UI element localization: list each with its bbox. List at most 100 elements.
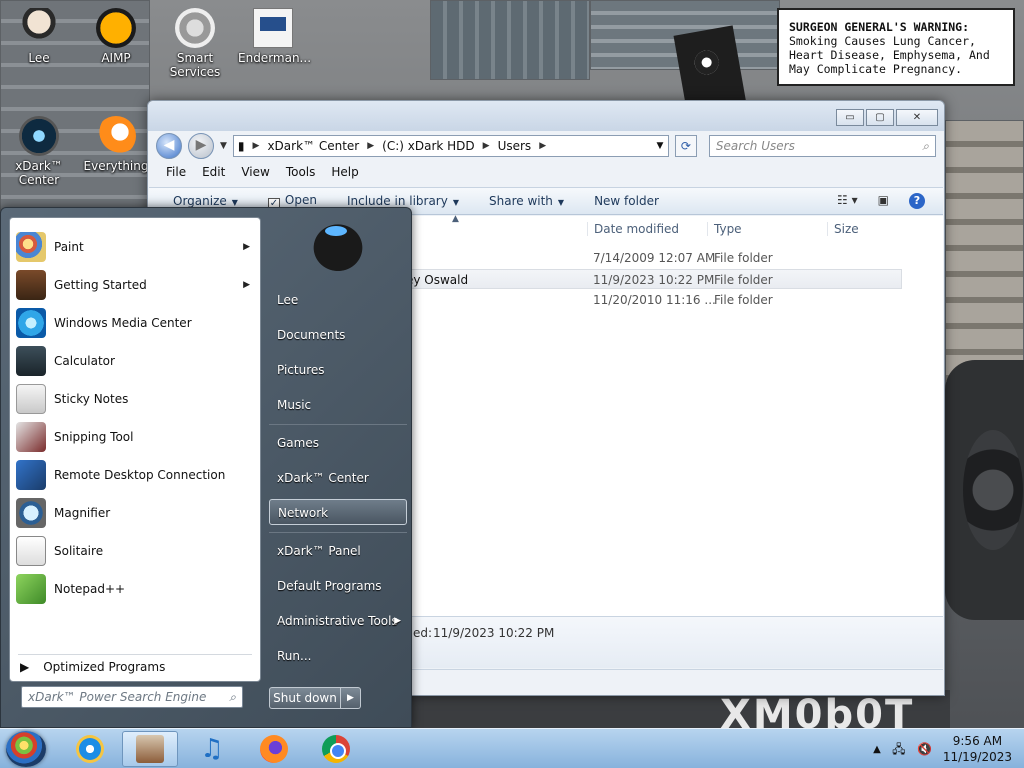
breadcrumb-xdark-center[interactable]: xDark™ Center	[267, 139, 359, 153]
chevron-down-icon: ▼	[557, 198, 565, 207]
menu-file[interactable]: File	[166, 165, 186, 185]
taskbar-chrome[interactable]	[308, 731, 364, 767]
breadcrumb-separator[interactable]: ▶	[483, 141, 490, 151]
clock-time: 9:56 AM	[952, 734, 1003, 748]
taskbar-explorer[interactable]	[122, 731, 178, 767]
program-snipping-tool[interactable]: Snipping Tool	[14, 419, 258, 455]
network-icon[interactable]: 🖧	[891, 741, 907, 757]
breadcrumb-users[interactable]: Users	[498, 139, 532, 153]
desktop-icon-smart-services[interactable]: Smart Services	[160, 8, 230, 79]
divider	[269, 424, 407, 425]
clock[interactable]: 9:56 AM 11/19/2023	[943, 733, 1012, 765]
desktop-icon-aimp[interactable]: AIMP	[81, 8, 151, 65]
link-lee[interactable]: Lee	[269, 287, 407, 313]
table-row-selected[interactable]: ey Oswald 11/9/2023 10:22 PM File folder	[395, 269, 902, 289]
magnifier-icon	[16, 498, 46, 528]
program-label: Windows Media Center	[54, 316, 192, 330]
share-with-button[interactable]: Share with ▼	[489, 194, 564, 208]
column-size[interactable]: Size	[827, 222, 859, 236]
program-solitaire[interactable]: Solitaire	[14, 533, 258, 569]
user-picture-icon[interactable]	[307, 218, 369, 272]
shutdown-button[interactable]: Shut down	[269, 687, 341, 709]
program-sticky-notes[interactable]: Sticky Notes	[14, 381, 258, 417]
row-type: File folder	[714, 273, 773, 287]
chevron-down-icon[interactable]: ▼	[652, 141, 668, 151]
application-icon	[253, 8, 293, 48]
search-icon[interactable]: ⌕	[922, 139, 929, 154]
maximize-button[interactable]: ▢	[866, 109, 894, 126]
sort-arrow-icon: ▲	[452, 214, 459, 224]
show-hidden-icons-button[interactable]: ▲	[873, 744, 881, 755]
preview-pane-icon[interactable]: ▣	[878, 193, 889, 209]
search-icon[interactable]: ⌕	[229, 690, 236, 705]
menu-view[interactable]: View	[241, 165, 269, 185]
search-users-input[interactable]: Search Users ⌕	[708, 135, 936, 157]
desktop-icon-enderman[interactable]: Enderman...	[238, 8, 311, 65]
shutdown-options-button[interactable]: ▶	[341, 687, 361, 709]
menu-tools[interactable]: Tools	[286, 165, 316, 185]
aimp-icon	[96, 8, 136, 48]
taskbar-music-player[interactable]: ♫	[184, 731, 240, 767]
start-button[interactable]	[6, 731, 46, 767]
menu-help[interactable]: Help	[331, 165, 358, 185]
link-xdark-center[interactable]: xDark™ Center	[269, 465, 407, 491]
program-label: Solitaire	[54, 544, 104, 558]
menu-edit[interactable]: Edit	[202, 165, 225, 185]
help-icon[interactable]: ?	[909, 193, 925, 209]
explorer-titlebar[interactable]: ▭ ▢ ✕	[148, 101, 944, 131]
close-button[interactable]: ✕	[896, 109, 938, 126]
column-type[interactable]: Type	[707, 222, 742, 236]
forward-button[interactable]: ▶	[188, 133, 214, 159]
warning-text: Smoking Causes Lung Cancer, Heart Diseas…	[789, 34, 990, 76]
program-calculator[interactable]: Calculator	[14, 343, 258, 379]
paint-icon	[16, 232, 46, 262]
new-folder-button[interactable]: New folder	[594, 194, 659, 208]
link-games[interactable]: Games	[269, 430, 407, 456]
link-administrative-tools[interactable]: Administrative Tools ▶	[269, 608, 407, 634]
column-date-modified[interactable]: Date modified	[587, 222, 679, 236]
program-paint[interactable]: Paint ▶	[14, 229, 258, 265]
start-menu[interactable]: Paint ▶ Getting Started ▶ Windows Media …	[0, 207, 412, 728]
breadcrumb-drive[interactable]: (C:) xDark HDD	[382, 139, 475, 153]
program-notepad-plus-plus[interactable]: Notepad++	[14, 571, 258, 607]
program-magnifier[interactable]: Magnifier	[14, 495, 258, 531]
taskbar-firefox[interactable]	[246, 731, 302, 767]
back-button[interactable]: ◀	[156, 133, 182, 159]
volume-muted-icon[interactable]: 🔇	[917, 741, 933, 757]
include-in-library-button[interactable]: Include in library ▼	[347, 194, 459, 208]
breadcrumb-separator[interactable]: ▶	[367, 141, 374, 151]
link-documents[interactable]: Documents	[269, 322, 407, 348]
desktop-icon-label: Everything	[83, 159, 149, 173]
view-controls: ☷ ▾ ▣ ?	[837, 193, 943, 209]
program-remote-desktop[interactable]: Remote Desktop Connection	[14, 457, 258, 493]
power-search-input[interactable]: xDark™ Power Search Engine ⌕	[21, 686, 243, 708]
desktop-icon-lee[interactable]: Lee	[4, 8, 74, 65]
link-pictures[interactable]: Pictures	[269, 357, 407, 383]
program-windows-media-center[interactable]: Windows Media Center	[14, 305, 258, 341]
breadcrumb-separator[interactable]: ▶	[539, 141, 546, 151]
link-default-programs[interactable]: Default Programs	[269, 573, 407, 599]
refresh-button[interactable]: ⟳	[674, 135, 697, 157]
program-label: Calculator	[54, 354, 115, 368]
row-type: File folder	[714, 293, 773, 307]
organize-button[interactable]: Organize ▼	[173, 194, 238, 208]
address-bar[interactable]: ▮ ▶ xDark™ Center ▶ (C:) xDark HDD ▶ Use…	[232, 135, 669, 157]
desktop-icon-xdark-center[interactable]: xDark™ Center	[4, 116, 74, 187]
everything-search-icon	[96, 116, 136, 156]
desktop-icon-label: Lee	[28, 51, 50, 65]
taskbar-internet-explorer[interactable]	[62, 731, 118, 767]
view-options-icon[interactable]: ☷ ▾	[837, 193, 858, 209]
shutdown-control: Shut down ▶	[269, 687, 361, 709]
recent-pages-dropdown[interactable]: ▼	[220, 141, 227, 151]
program-getting-started[interactable]: Getting Started ▶	[14, 267, 258, 303]
link-network[interactable]: Network	[269, 499, 407, 525]
program-label: Notepad++	[54, 582, 126, 596]
minimize-button[interactable]: ▭	[836, 109, 864, 126]
desktop-icon-everything[interactable]: Everything	[81, 116, 151, 173]
link-music[interactable]: Music	[269, 392, 407, 418]
sticky-notes-icon	[16, 384, 46, 414]
optimized-programs-button[interactable]: ▶ Optimized Programs	[20, 660, 165, 674]
link-run[interactable]: Run...	[269, 643, 407, 669]
program-label: Getting Started	[54, 278, 147, 292]
link-xdark-panel[interactable]: xDark™ Panel	[269, 538, 407, 564]
